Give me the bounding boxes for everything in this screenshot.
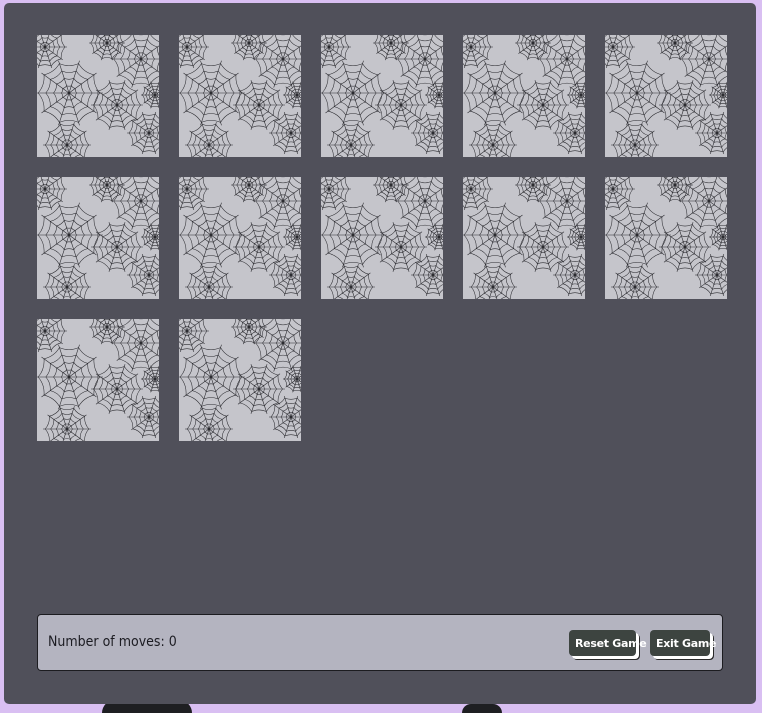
memory-card[interactable] [179,319,301,441]
background-figure-right [462,704,502,713]
moves-counter: Number of moves: 0 [48,634,177,650]
memory-card[interactable] [37,319,159,441]
spider-web-icon [179,319,301,441]
game-board: Number of moves: 0 Reset Game Exit Game [4,3,756,704]
spider-web-icon [321,177,443,299]
spider-web-icon [605,35,727,157]
reset-game-button[interactable]: Reset Game [569,630,647,656]
memory-card[interactable] [37,177,159,299]
spider-web-icon [463,35,585,157]
spider-web-icon [179,35,301,157]
memory-card[interactable] [605,177,727,299]
memory-card[interactable] [179,177,301,299]
memory-card[interactable] [463,177,585,299]
spider-web-icon [605,177,727,299]
status-bar: Number of moves: 0 Reset Game Exit Game [37,614,723,671]
memory-card[interactable] [321,35,443,157]
memory-card[interactable] [321,177,443,299]
memory-card[interactable] [37,35,159,157]
exit-game-button[interactable]: Exit Game [650,630,716,656]
spider-web-icon [463,177,585,299]
spider-web-icon [321,35,443,157]
memory-card[interactable] [179,35,301,157]
spider-web-icon [37,319,159,441]
memory-card[interactable] [463,35,585,157]
spider-web-icon [179,177,301,299]
spider-web-icon [37,177,159,299]
card-grid [37,35,737,441]
spider-web-icon [37,35,159,157]
memory-card[interactable] [605,35,727,157]
